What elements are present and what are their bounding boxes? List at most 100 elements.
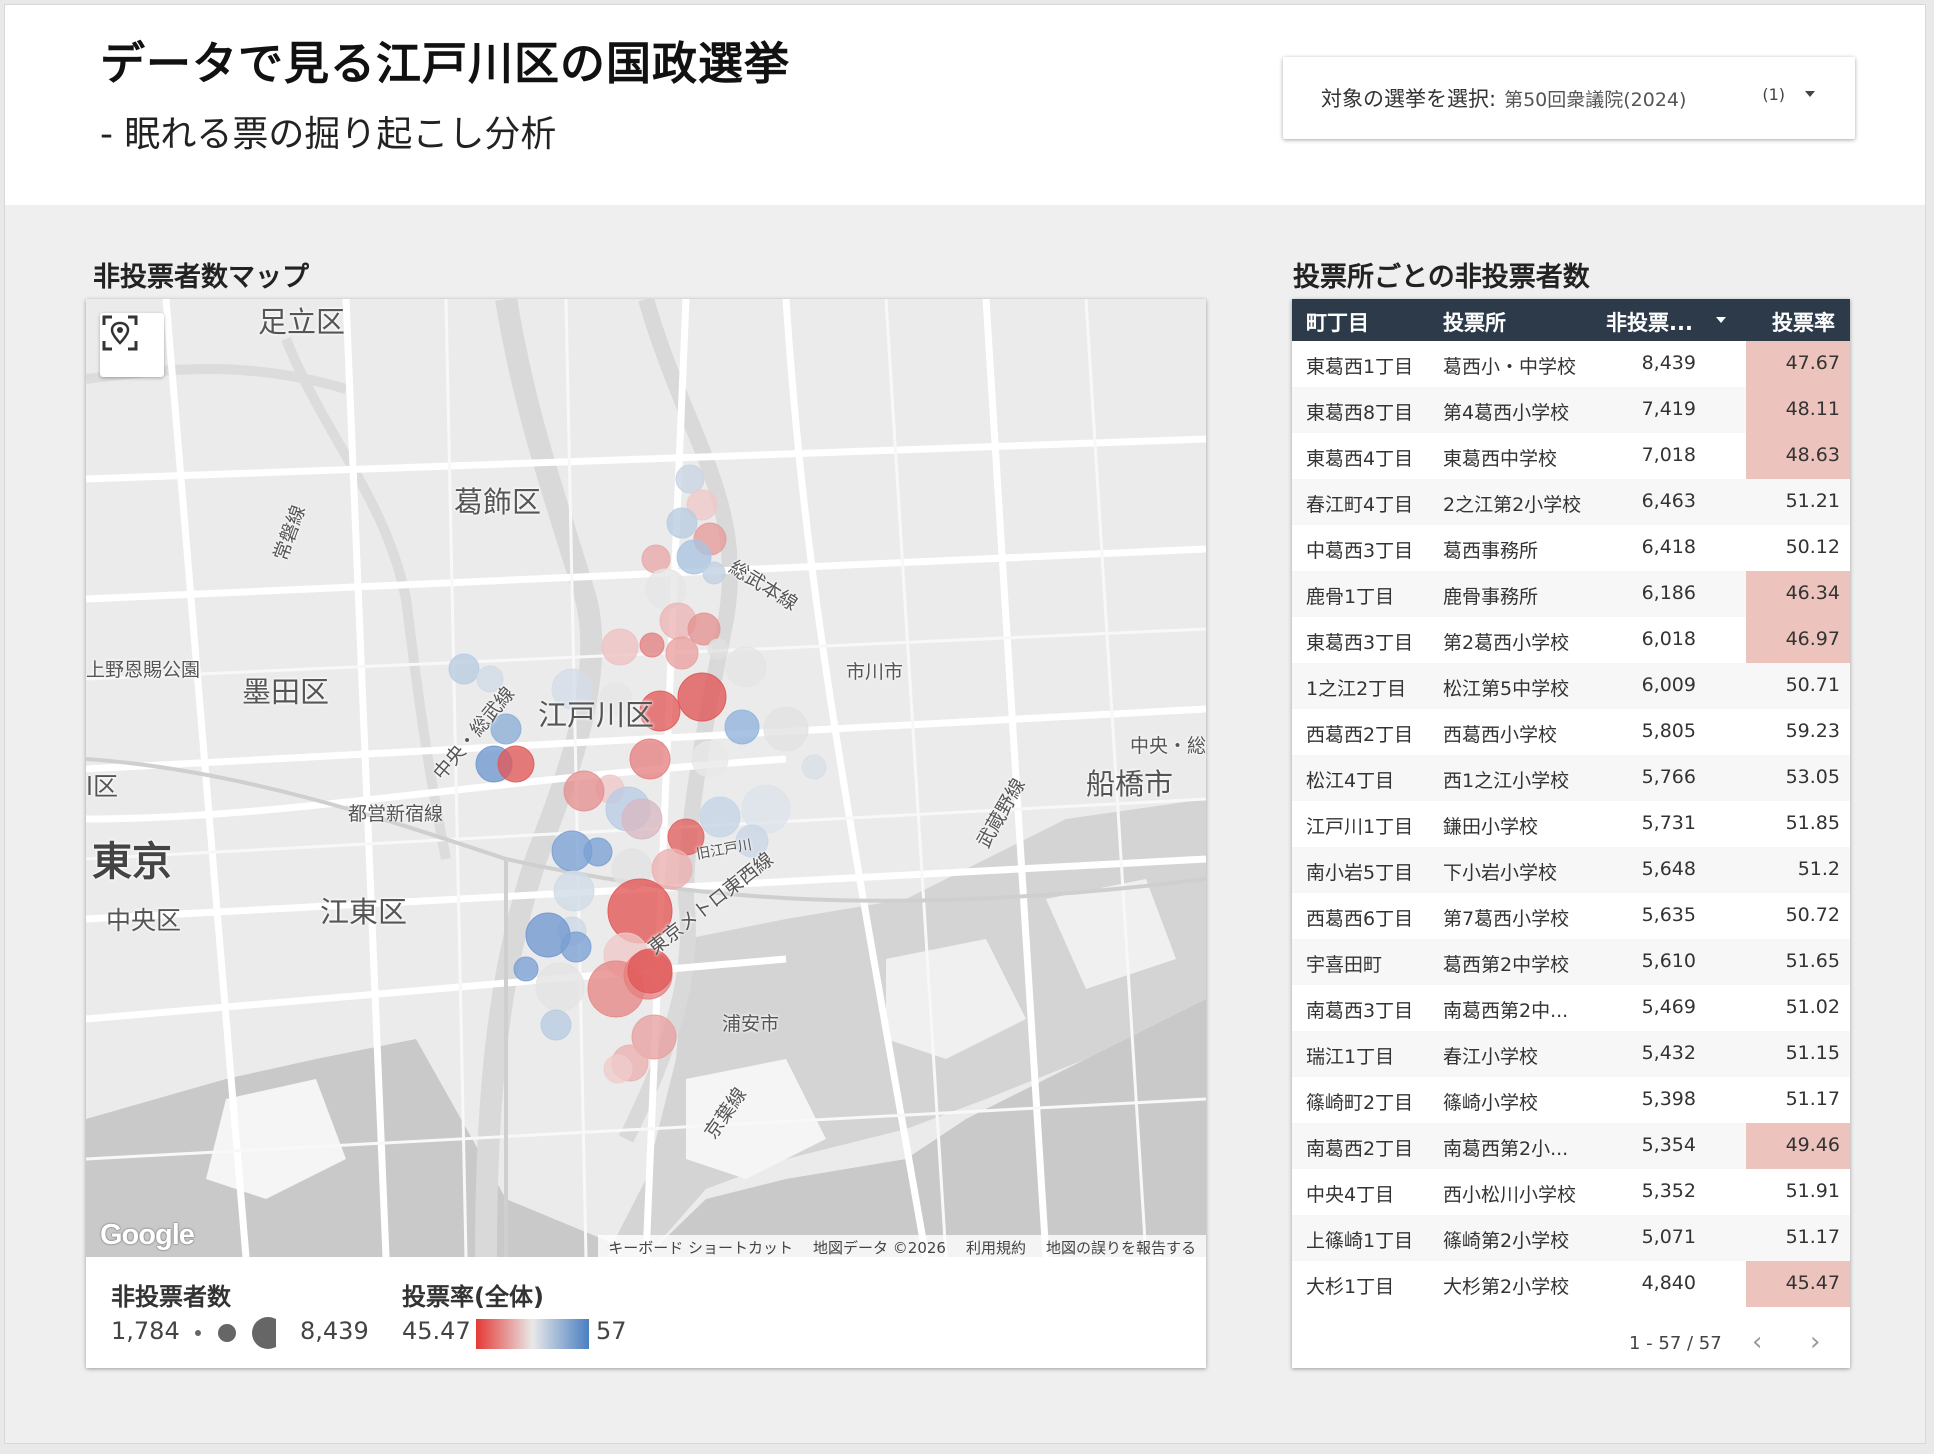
- table-row[interactable]: 大杉1丁目 大杉第2小学校 4,840 45.47: [1292, 1261, 1850, 1307]
- polling-place-bubble[interactable]: [639, 632, 665, 658]
- cell-count: 5,766: [1641, 766, 1696, 788]
- polling-place-bubble[interactable]: [702, 561, 726, 585]
- polling-place-bubble[interactable]: [677, 672, 727, 722]
- map-card: 足立区 葛飾区 墨田区 江戸川区 江東区 東京 中央区 市川市 船橋市 浦安市 …: [86, 299, 1206, 1368]
- table-row[interactable]: 瑞江1丁目 春江小学校 5,432 51.15: [1292, 1031, 1850, 1077]
- cell-count: 5,432: [1641, 1042, 1696, 1064]
- locate-button[interactable]: [100, 313, 164, 377]
- legend-dot-large: [252, 1317, 276, 1349]
- table-section-title: 投票所ごとの非投票者数: [1293, 262, 1590, 293]
- polling-place-bubble[interactable]: [651, 848, 693, 890]
- polling-place-bubble[interactable]: [540, 1009, 572, 1041]
- cell-count: 5,071: [1641, 1226, 1696, 1248]
- map-legend: 非投票者数 1,784 8,439 投票率(全体) 45.47 57: [86, 1257, 1206, 1368]
- cell-count: 7,018: [1641, 444, 1696, 466]
- dropdown-caret-icon[interactable]: [1805, 91, 1815, 97]
- table-row[interactable]: 南葛西2丁目 南葛西第2小... 5,354 49.46: [1292, 1123, 1850, 1169]
- table-row[interactable]: 東葛西4丁目 東葛西中学校 7,018 48.63: [1292, 433, 1850, 479]
- map-label-funabashi: 船橋市: [1086, 767, 1174, 801]
- cell-rate: 59.23: [1785, 720, 1840, 742]
- cell-place: 第2葛西小学校: [1443, 632, 1570, 654]
- polling-place-bubble[interactable]: [497, 745, 535, 783]
- cell-rate: 50.72: [1785, 904, 1840, 926]
- map-label-tokyo: 東京: [92, 839, 172, 885]
- pagination-label: 1 - 57 / 57: [1629, 1333, 1722, 1354]
- table-row[interactable]: 江戸川1丁目 鎌田小学校 5,731 51.85: [1292, 801, 1850, 847]
- polling-place-bubble[interactable]: [801, 754, 827, 780]
- polling-place-bubble[interactable]: [601, 628, 639, 666]
- cell-count: 5,398: [1641, 1088, 1696, 1110]
- polling-place-bubble[interactable]: [627, 948, 673, 994]
- table-row[interactable]: 西葛西2丁目 西葛西小学校 5,805 59.23: [1292, 709, 1850, 755]
- polling-place-bubble[interactable]: [621, 798, 663, 840]
- table-row[interactable]: 1之江2丁目 松江第5中学校 6,009 50.71: [1292, 663, 1850, 709]
- table-row[interactable]: 上篠崎1丁目 篠崎第2小学校 5,071 51.17: [1292, 1215, 1850, 1261]
- table-row[interactable]: 中央4丁目 西小松川小学校 5,352 51.91: [1292, 1169, 1850, 1215]
- table-row[interactable]: 南葛西3丁目 南葛西第2中... 5,469 51.02: [1292, 985, 1850, 1031]
- cell-place: 葛西第2中学校: [1443, 954, 1570, 976]
- report-error-link[interactable]: 地図の誤りを報告する: [1036, 1235, 1206, 1257]
- cell-town: 鹿骨1丁目: [1306, 586, 1395, 608]
- map-label-ichikawa: 市川市: [846, 661, 904, 683]
- col-header-place[interactable]: 投票所: [1443, 307, 1506, 337]
- table-row[interactable]: 鹿骨1丁目 鹿骨事務所 6,186 46.34: [1292, 571, 1850, 617]
- legend-size-max: 8,439: [300, 1317, 369, 1345]
- polling-place-bubble[interactable]: [724, 709, 760, 745]
- next-page-button[interactable]: ›: [1810, 1327, 1820, 1357]
- col-header-rate[interactable]: 投票率: [1772, 307, 1835, 337]
- polling-place-bubble[interactable]: [699, 796, 741, 838]
- cell-place: 西葛西小学校: [1443, 724, 1558, 746]
- table-row[interactable]: 松江4丁目 西1之江小学校 5,766 53.05: [1292, 755, 1850, 801]
- cell-count: 5,805: [1641, 720, 1696, 742]
- cell-town: 江戸川1丁目: [1306, 816, 1414, 838]
- cell-place: 東葛西中学校: [1443, 448, 1558, 470]
- keyboard-shortcuts-link[interactable]: キーボード ショートカット: [598, 1235, 803, 1257]
- polling-place-bubble[interactable]: [665, 636, 699, 670]
- col-header-count[interactable]: 非投票...: [1606, 307, 1693, 337]
- terms-link[interactable]: 利用規約: [956, 1235, 1036, 1257]
- polling-place-bubble[interactable]: [563, 770, 605, 812]
- polling-place-bubble[interactable]: [448, 653, 480, 685]
- table-row[interactable]: 宇喜田町 葛西第2中学校 5,610 51.65: [1292, 939, 1850, 985]
- table-row[interactable]: 東葛西8丁目 第4葛西小学校 7,419 48.11: [1292, 387, 1850, 433]
- polling-place-bubble[interactable]: [675, 464, 705, 494]
- election-selector[interactable]: 対象の選挙を選択: 第50回衆議院(2024) (1): [1283, 57, 1855, 139]
- cell-count: 5,352: [1641, 1180, 1696, 1202]
- cell-place: 鹿骨事務所: [1443, 586, 1539, 608]
- col-header-town[interactable]: 町丁目: [1306, 307, 1369, 337]
- polling-place-bubble[interactable]: [629, 738, 671, 780]
- polling-place-bubble[interactable]: [666, 507, 698, 539]
- cell-place: 2之江第2小学校: [1443, 494, 1582, 516]
- table-row[interactable]: 南小岩5丁目 下小岩小学校 5,648 51.2: [1292, 847, 1850, 893]
- prev-page-button[interactable]: ‹: [1752, 1327, 1762, 1357]
- polling-place-bubble[interactable]: [707, 638, 729, 660]
- polling-place-bubble[interactable]: [725, 646, 767, 688]
- polling-place-bubble[interactable]: [560, 931, 592, 963]
- map-label-chuosobu-right: 中央・総: [1130, 735, 1206, 757]
- table-row[interactable]: 西葛西6丁目 第7葛西小学校 5,635 50.72: [1292, 893, 1850, 939]
- cell-place: 西小松川小学校: [1443, 1184, 1577, 1206]
- header: データで見る江戸川区の国政選挙 - 眠れる票の掘り起こし分析 対象の選挙を選択:…: [5, 5, 1925, 205]
- map-view[interactable]: 足立区 葛飾区 墨田区 江戸川区 江東区 東京 中央区 市川市 船橋市 浦安市 …: [86, 299, 1206, 1257]
- legend-size-title: 非投票者数: [111, 1283, 231, 1311]
- table-row[interactable]: 中葛西3丁目 葛西事務所 6,418 50.12: [1292, 525, 1850, 571]
- polling-place-bubble[interactable]: [603, 1054, 633, 1084]
- cell-rate: 53.05: [1785, 766, 1840, 788]
- polling-place-bubble[interactable]: [763, 706, 809, 752]
- polling-place-bubble[interactable]: [513, 956, 539, 982]
- table-row[interactable]: 春江町4丁目 2之江第2小学校 6,463 51.21: [1292, 479, 1850, 525]
- table-row[interactable]: 東葛西1丁目 葛西小・中学校 8,439 47.67: [1292, 341, 1850, 387]
- polling-place-bubble[interactable]: [553, 870, 595, 912]
- map-label-ueno: 上野恩賜公園: [86, 659, 201, 681]
- sort-desc-icon[interactable]: [1716, 317, 1726, 323]
- polling-place-bubble[interactable]: [691, 740, 729, 778]
- cell-rate: 50.12: [1785, 536, 1840, 558]
- polling-place-bubble[interactable]: [535, 962, 585, 1012]
- map-label-urayasu: 浦安市: [722, 1013, 780, 1035]
- table-row[interactable]: 東葛西3丁目 第2葛西小学校 6,018 46.97: [1292, 617, 1850, 663]
- table-row[interactable]: 篠崎町2丁目 篠崎小学校 5,398 51.17: [1292, 1077, 1850, 1123]
- map-label-adachi: 足立区: [258, 305, 346, 339]
- cell-town: 宇喜田町: [1306, 954, 1383, 976]
- cell-place: 篠崎小学校: [1443, 1092, 1539, 1114]
- polling-place-bubble[interactable]: [583, 837, 613, 867]
